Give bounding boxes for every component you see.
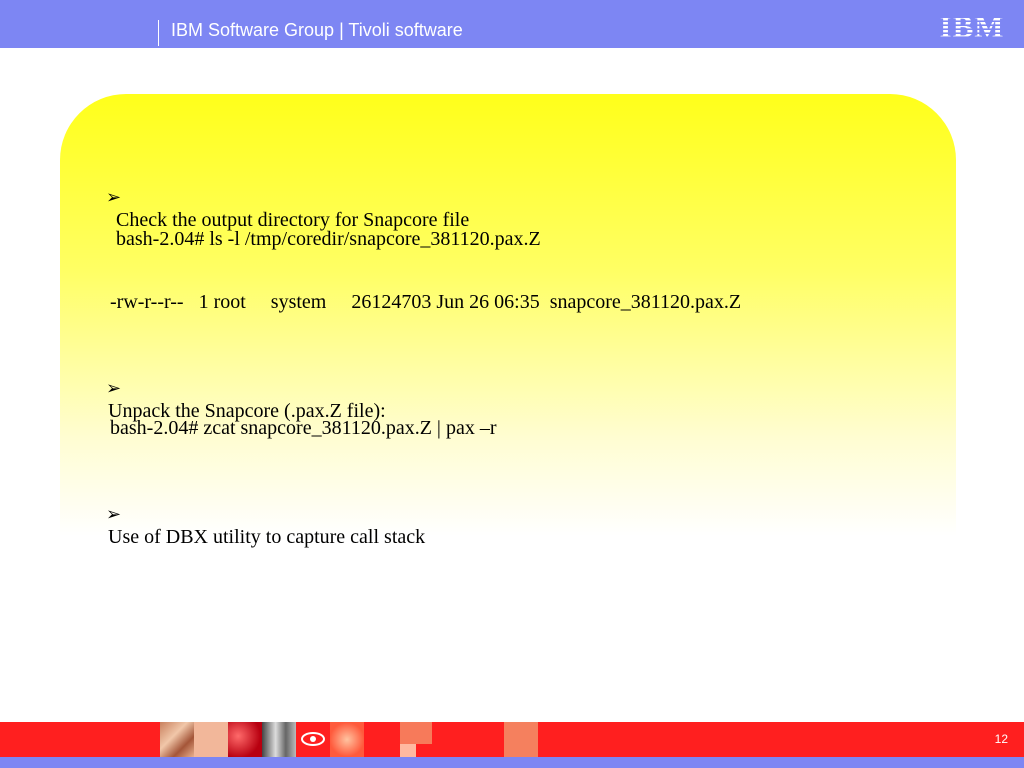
command-zcat: bash-2.04# zcat snapcore_381120.pax.Z | …: [110, 417, 497, 439]
svg-text:IBM: IBM: [940, 10, 1005, 40]
arrow-bullet-icon: ➢: [106, 187, 122, 208]
bullet-dbx: ➢ Use of DBX utility to capture call sta…: [96, 480, 425, 549]
footer-color-tile: [194, 722, 228, 757]
bullet-unpack: ➢ Unpack the Snapcore (.pax.Z file):: [96, 354, 386, 423]
footer-blue-band: [0, 757, 1024, 768]
command-ls: bash-2.04# ls -l /tmp/coredir/snapcore_3…: [116, 228, 541, 250]
footer-image-tile: [228, 722, 262, 757]
ibm-logo: IBM: [940, 10, 1005, 40]
footer-color-tile: [400, 722, 432, 744]
footer-image-tile: [330, 722, 364, 757]
eye-icon: [301, 732, 325, 746]
arrow-bullet-icon: ➢: [106, 504, 122, 525]
footer-color-tile: [504, 722, 538, 757]
content-panel: [60, 94, 956, 536]
header-bar: IBM Software Group | Tivoli software IBM: [0, 0, 1024, 48]
footer-eye-tile: [296, 722, 330, 757]
header-title: IBM Software Group | Tivoli software: [171, 20, 463, 40]
ls-output: -rw-r--r-- 1 root system 26124703 Jun 26…: [110, 291, 742, 313]
footer-image-tile: [262, 722, 296, 757]
bullet-text: Use of DBX utility to capture call stack: [108, 526, 426, 548]
bullet-check-output: ➢ Check the output directory for Snapcor…: [96, 163, 469, 232]
header-separator: [158, 20, 159, 46]
footer-bar: 12: [0, 722, 1024, 768]
footer-color-tile: [400, 744, 416, 757]
page-number: 12: [994, 732, 1008, 746]
footer-image-tile: [160, 722, 194, 757]
arrow-bullet-icon: ➢: [106, 378, 122, 399]
